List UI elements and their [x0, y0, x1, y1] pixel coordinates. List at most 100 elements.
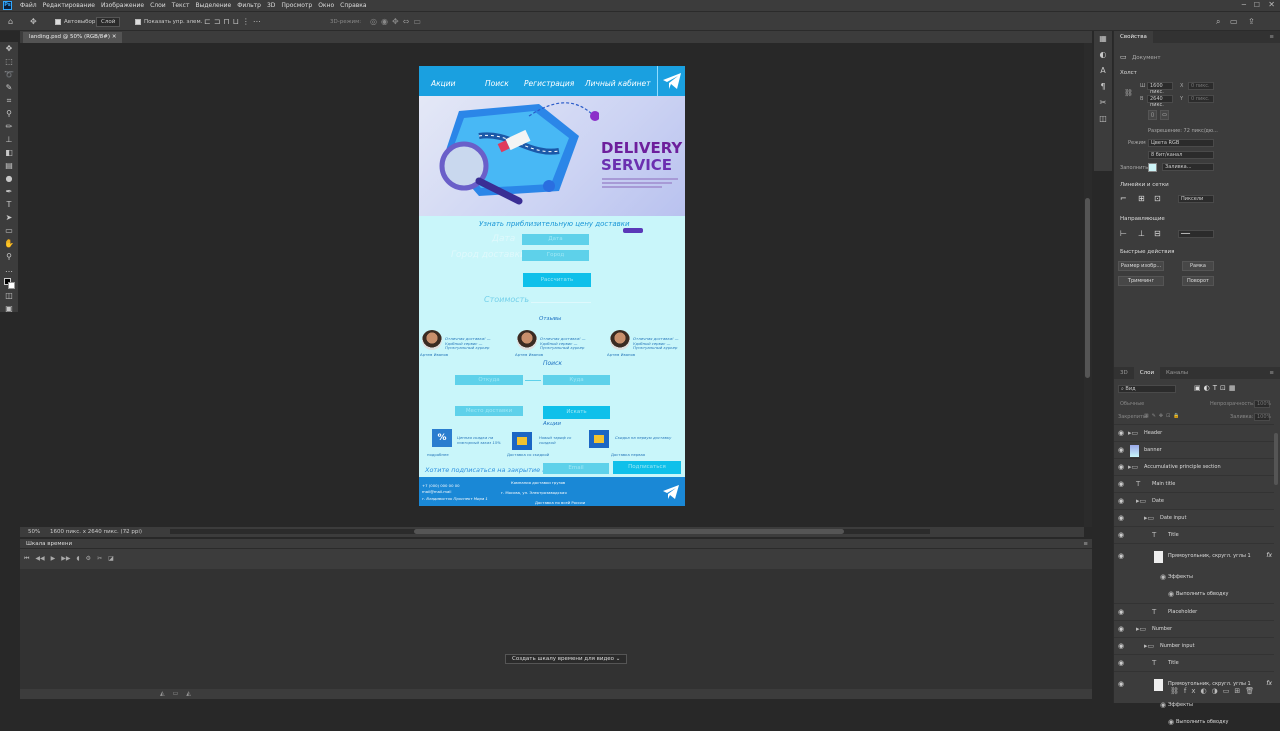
fill-color-swatch[interactable] [1148, 163, 1157, 172]
menu-help[interactable]: Справка [337, 2, 369, 9]
layer-row[interactable]: ◉ Выполнить обводку [1114, 714, 1274, 731]
visibility-eye-icon[interactable]: ◉ [1118, 642, 1124, 650]
quick-actions-title[interactable]: Быстрые действия [1120, 249, 1174, 255]
menu-window[interactable]: Окно [315, 2, 337, 9]
eyedropper-icon[interactable]: ⚲ [0, 107, 18, 120]
close-icon[interactable]: ✕ [1268, 0, 1275, 9]
lock-guides-icon[interactable]: ⊟ [1154, 229, 1161, 238]
audio-icon[interactable]: ◖ [77, 555, 80, 563]
character-icon[interactable]: A [1094, 63, 1112, 79]
more-tools-icon[interactable]: … [0, 263, 18, 276]
width-field[interactable]: 1600 пикс. [1147, 82, 1173, 95]
autoselect-checkbox[interactable]: Автовыбор: [55, 16, 97, 27]
layer-row[interactable]: ◉ Выполнить обводку [1114, 586, 1274, 603]
transition-icon[interactable]: ◪ [108, 555, 114, 563]
properties-icon[interactable]: ▦ [1094, 31, 1112, 47]
layer-row[interactable]: ◉ ▸▭ Accumulative principle section [1114, 458, 1274, 475]
screen-mode-icon[interactable]: ▣ [0, 302, 18, 315]
y-field[interactable]: 0 пикс. [1188, 95, 1214, 103]
gradient-tool-icon[interactable]: ▤ [0, 159, 18, 172]
move-tool-icon[interactable]: ✥ [30, 16, 37, 27]
zoom-level[interactable]: 50% [28, 527, 40, 537]
visibility-eye-icon[interactable]: ◉ [1118, 608, 1124, 616]
layer-filter-dropdown[interactable]: ⌕ Вид [1118, 385, 1176, 393]
visibility-eye-icon[interactable]: ◉ [1118, 497, 1124, 505]
tab-layers[interactable]: Слои [1133, 367, 1161, 379]
adjustments-icon[interactable]: ◐ [1094, 47, 1112, 63]
vertical-scroll-thumb[interactable] [1085, 198, 1090, 378]
visibility-eye-icon[interactable]: ◉ [1118, 625, 1124, 633]
ruler-icon[interactable]: ⌐ [1120, 194, 1127, 203]
search-icon[interactable]: ⌕ [1216, 16, 1220, 27]
layer-filter-icons[interactable]: ▣◐T⊡▦ [1194, 384, 1238, 392]
visibility-eye-icon[interactable]: ◉ [1118, 514, 1124, 522]
brush-tool-icon[interactable]: ✏ [0, 120, 18, 133]
frame-button[interactable]: Рамка [1182, 261, 1214, 271]
visibility-eye-icon[interactable]: ◉ [1118, 552, 1124, 560]
portrait-icon[interactable]: ▯ [1148, 110, 1157, 120]
paragraph-icon[interactable]: ¶ [1094, 79, 1112, 95]
lock-icons[interactable]: ▦✎✥⊡🔒 [1144, 413, 1183, 419]
color-swatches-icon[interactable] [0, 276, 18, 289]
layer-row[interactable]: ◉ T Title [1114, 654, 1274, 671]
library-icon[interactable]: ◫ [1094, 111, 1112, 127]
home-icon[interactable]: ⌂ [8, 16, 13, 27]
image-size-button[interactable]: Размер изобр... [1118, 261, 1164, 271]
menu-select[interactable]: Выделение [192, 2, 234, 9]
height-field[interactable]: 2640 пикс. [1147, 95, 1173, 108]
menu-filter[interactable]: Фильтр [234, 2, 264, 9]
layer-row[interactable]: ◉ Эффекты [1114, 697, 1274, 714]
first-frame-icon[interactable]: ⏮ [24, 555, 29, 563]
align-icon[interactable]: ⊢ [1120, 229, 1127, 238]
layer-row[interactable]: ◉ ▸▭ Date input [1114, 509, 1274, 526]
layer-row[interactable]: ◉ ▸▭ Header [1114, 424, 1274, 441]
lasso-tool-icon[interactable]: ➰ [0, 68, 18, 81]
3d-tools-icons[interactable]: ◎◉✥⇔▭ [370, 16, 425, 27]
scissors-icon[interactable]: ✂ [97, 555, 102, 563]
menu-file[interactable]: Файл [17, 2, 40, 9]
type-tool-icon[interactable]: T [0, 198, 18, 211]
panel-menu-icon[interactable]: ≡ [1263, 367, 1280, 379]
layer-row[interactable]: ◉ ▸▭ Number [1114, 620, 1274, 637]
layer-row[interactable]: ◉ ▸▭ Date [1114, 492, 1274, 509]
horizontal-scroll-thumb[interactable] [414, 529, 844, 534]
layer-row[interactable]: ◉ ▸▭ Number input [1114, 637, 1274, 654]
opacity-field[interactable]: 100% [1254, 400, 1271, 408]
visibility-eye-icon[interactable]: ◉ [1118, 429, 1124, 437]
tab-properties[interactable]: Свойства [1114, 31, 1153, 43]
timeline-zoom-icons[interactable]: ◭▭◭ [160, 690, 199, 697]
next-frame-icon[interactable]: ▶▶ [61, 555, 70, 563]
fill-dropdown[interactable]: Заливка... [1162, 163, 1214, 171]
menu-3d[interactable]: 3D [264, 2, 278, 9]
layer-row[interactable]: ◉ T Main title [1114, 475, 1274, 492]
layer-actions-icons[interactable]: ⛓fx◐◑▭⊞🗑 [1170, 687, 1259, 695]
guide-line-dropdown[interactable]: ━━━ [1178, 230, 1214, 238]
align-icons[interactable]: ⊏⊐⊓⊔⋮⋯ [204, 16, 264, 27]
stamp-tool-icon[interactable]: ⊥ [0, 133, 18, 146]
tools-preset-icon[interactable]: ✂ [1094, 95, 1112, 111]
menu-view[interactable]: Просмотр [278, 2, 315, 9]
share-icon[interactable]: ⇪ [1248, 16, 1255, 27]
visibility-eye-icon[interactable]: ◉ [1118, 659, 1124, 667]
visibility-eye-icon[interactable]: ◉ [1118, 446, 1124, 454]
path-select-icon[interactable]: ➤ [0, 211, 18, 224]
canvas-section-title[interactable]: Холст [1120, 70, 1137, 76]
settings-icon[interactable]: ⚙ [86, 555, 91, 563]
horizontal-scrollbar[interactable] [170, 529, 930, 534]
crop-tool-icon[interactable]: ⌗ [0, 94, 18, 107]
layer-fill-field[interactable]: 100% [1254, 413, 1271, 421]
rotate-button[interactable]: Поворот [1182, 276, 1214, 286]
create-video-timeline-button[interactable]: Создать шкалу времени для видео ⌄ [505, 654, 628, 664]
zoom-tool-icon[interactable]: ⚲ [0, 250, 18, 263]
tab-3d[interactable]: 3D [1114, 367, 1134, 379]
layer-row[interactable]: ◉ Прямоугольник, скругл. углы 1 fx [1114, 543, 1274, 569]
tab-channels[interactable]: Каналы [1160, 367, 1194, 379]
show-controls-checkbox[interactable]: Показать упр. элем. [135, 16, 202, 27]
layers-scroll-thumb[interactable] [1274, 433, 1278, 485]
layer-row[interactable]: ◉ banner [1114, 441, 1274, 458]
visibility-eye-icon[interactable]: ◉ [1118, 463, 1124, 471]
panel-menu-icon[interactable]: ≡ [1263, 31, 1280, 43]
menu-edit[interactable]: Редактирование [40, 2, 98, 9]
link-icon[interactable]: ⛓ [1124, 89, 1133, 97]
play-icon[interactable]: ▶ [51, 555, 56, 563]
